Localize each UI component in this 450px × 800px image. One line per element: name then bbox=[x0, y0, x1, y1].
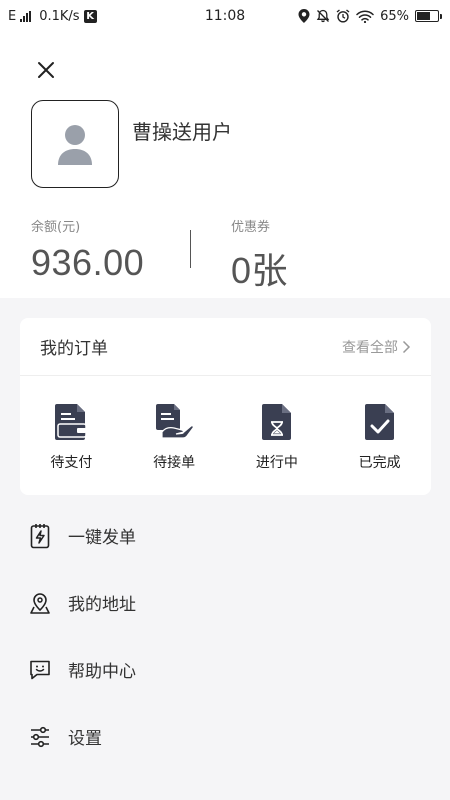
order-status-awaiting-accept[interactable]: 待接单 bbox=[129, 402, 219, 472]
lightning-clipboard-icon bbox=[30, 523, 50, 548]
status-bar: E 0.1K/s K 11:08 65% bbox=[0, 0, 450, 32]
network-speed: 0.1K/s bbox=[39, 8, 80, 24]
view-all-label: 查看全部 bbox=[342, 339, 398, 356]
order-status-label: 进行中 bbox=[255, 455, 298, 471]
menu-item-label: 帮助中心 bbox=[68, 662, 136, 682]
alarm-icon bbox=[336, 9, 350, 23]
menu-item-label: 设置 bbox=[68, 729, 102, 749]
close-button[interactable] bbox=[34, 58, 58, 82]
close-icon bbox=[38, 62, 54, 78]
location-icon bbox=[298, 9, 310, 23]
menu-item-help-center[interactable]: 帮助中心 bbox=[0, 636, 450, 703]
orders-title: 我的订单 bbox=[40, 339, 108, 359]
order-status-pending-payment[interactable]: 待支付 bbox=[26, 402, 116, 472]
check-doc-icon bbox=[364, 404, 394, 440]
chevron-right-icon bbox=[402, 340, 411, 353]
user-avatar-icon bbox=[58, 125, 92, 165]
chat-smile-icon bbox=[30, 660, 50, 679]
menu-item-label: 我的地址 bbox=[68, 595, 136, 615]
view-all-orders-link[interactable]: 查看全部 bbox=[342, 337, 411, 357]
balance-value[interactable]: 936.00 bbox=[31, 242, 144, 284]
map-pin-icon bbox=[30, 592, 50, 614]
menu-item-settings[interactable]: 设置 bbox=[0, 703, 450, 770]
order-status-label: 待接单 bbox=[153, 455, 196, 471]
wallet-doc-icon bbox=[55, 404, 88, 440]
menu-list: 一键发单 我的地址 帮助中心 设置 bbox=[0, 502, 450, 770]
profile-header: 曹操送用户 余额(元) 936.00 优惠券 0张 bbox=[0, 32, 450, 298]
orders-header: 我的订单 查看全部 bbox=[20, 318, 431, 376]
k-app-icon: K bbox=[83, 9, 97, 23]
clock: 11:08 bbox=[204, 8, 246, 24]
order-status-label: 待支付 bbox=[50, 455, 93, 471]
stats-divider bbox=[190, 230, 191, 268]
hand-doc-icon bbox=[156, 404, 195, 439]
signal-icon bbox=[20, 10, 32, 22]
coupon-label: 优惠券 bbox=[231, 220, 271, 235]
coupon-value[interactable]: 0张 bbox=[231, 242, 288, 294]
mute-bell-icon bbox=[316, 9, 330, 23]
order-status-in-progress[interactable]: 进行中 bbox=[232, 402, 322, 472]
my-orders-card: 我的订单 查看全部 待支付 待接单 进行中 已完成 bbox=[20, 318, 431, 495]
hourglass-doc-icon bbox=[261, 404, 291, 440]
menu-item-my-address[interactable]: 我的地址 bbox=[0, 569, 450, 636]
network-type: E bbox=[8, 8, 17, 24]
order-status-label: 已完成 bbox=[358, 455, 401, 471]
wifi-icon bbox=[356, 10, 374, 23]
battery-icon bbox=[415, 10, 442, 22]
menu-item-label: 一键发单 bbox=[68, 528, 136, 548]
menu-item-quick-order[interactable]: 一键发单 bbox=[0, 502, 450, 569]
balance-label: 余额(元) bbox=[31, 220, 81, 235]
battery-percent: 65% bbox=[380, 8, 409, 24]
sliders-icon bbox=[31, 726, 49, 747]
order-status-completed[interactable]: 已完成 bbox=[335, 402, 425, 472]
username: 曹操送用户 bbox=[132, 120, 232, 144]
avatar[interactable] bbox=[31, 100, 119, 188]
